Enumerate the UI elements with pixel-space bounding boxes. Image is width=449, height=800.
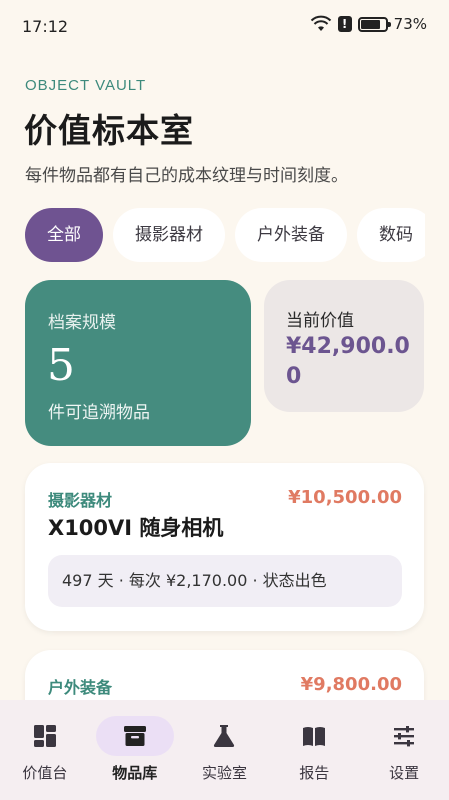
item-meta: 497 天 · 每次 ¥2,170.00 · 状态出色: [48, 555, 402, 607]
item-category: 摄影器材: [48, 491, 113, 510]
battery-percentage: 73%: [393, 15, 427, 33]
current-value-label: 当前价值: [286, 311, 354, 331]
status-time: 17:12: [22, 17, 69, 36]
nav-label: 报告: [299, 764, 330, 782]
nav-label: 实验室: [201, 764, 247, 782]
nav-item-settings[interactable]: 设置: [359, 700, 449, 800]
nav-item-inventory[interactable]: 物品库: [90, 700, 180, 800]
current-value-card: 当前价值 ¥42,900.00: [264, 280, 424, 412]
chip-all[interactable]: 全部: [25, 208, 103, 262]
chip-photography[interactable]: 摄影器材: [113, 208, 225, 262]
wifi-icon: [310, 15, 332, 33]
nav-label: 设置: [389, 764, 420, 782]
archive-count-caption: 件可追溯物品: [48, 403, 150, 423]
nav-label: 价值台: [22, 764, 68, 782]
item-name: X100VI 随身相机: [48, 516, 224, 540]
sliders-icon: [394, 726, 415, 747]
archive-count-value: 5: [47, 340, 75, 391]
item-price: ¥9,800.00: [300, 674, 402, 695]
status-icons: ! 73%: [310, 15, 427, 33]
nav-item-dashboard[interactable]: 价值台: [0, 700, 90, 800]
status-bar: 17:12 ! 73%: [0, 0, 449, 52]
bottom-navigation: 价值台 物品库 实验室 报告 设置: [0, 700, 449, 800]
category-filter-chips: 全部 摄影器材 户外装备 数码: [25, 208, 425, 264]
dashboard-icon: [33, 725, 56, 747]
brand-label: OBJECT VAULT: [25, 77, 147, 94]
archive-count-card: 档案规模 5 件可追溯物品: [25, 280, 251, 446]
item-category: 户外装备: [48, 678, 113, 697]
current-value-amount: ¥42,900.00: [286, 334, 410, 389]
archive-count-label: 档案规模: [48, 313, 116, 333]
flask-icon: [214, 725, 235, 747]
nav-label: 物品库: [112, 764, 158, 782]
item-card[interactable]: 摄影器材 ¥10,500.00 X100VI 随身相机 497 天 · 每次 ¥…: [25, 463, 424, 631]
chip-outdoor[interactable]: 户外装备: [235, 208, 347, 262]
page-subtitle: 每件物品都有自己的成本纹理与时间刻度。: [25, 166, 348, 186]
nav-item-reports[interactable]: 报告: [269, 700, 359, 800]
chip-digital[interactable]: 数码: [357, 208, 425, 262]
alert-icon: !: [337, 16, 352, 32]
item-price: ¥10,500.00: [288, 487, 402, 508]
page-title: 价值标本室: [24, 111, 194, 150]
archive-box-icon: [123, 726, 146, 746]
nav-item-lab[interactable]: 实验室: [180, 700, 270, 800]
book-icon: [303, 727, 326, 746]
battery-icon: [357, 16, 391, 32]
